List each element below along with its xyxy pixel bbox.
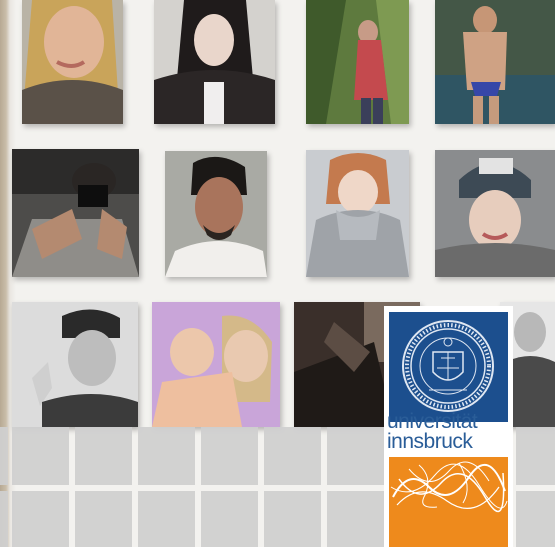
grid-tile [264,491,321,547]
logo-accent-block [389,457,508,547]
grid-tile [0,427,8,485]
grid-tile [12,427,69,485]
logo-text-line2: innsbruck [387,430,473,453]
grid-tile [138,491,195,547]
grid-tile [12,491,69,547]
grid-tile [327,427,384,485]
grid-tile [138,427,195,485]
grid-tile [327,491,384,547]
university-seal-icon [389,312,508,422]
photo-woman-with-child [152,302,280,427]
grid-tile [75,427,132,485]
photo-man-with-camera [12,149,139,277]
grid-tile [201,427,258,485]
photo-woman-dark-hair [154,0,275,124]
grid-tile [264,427,321,485]
grid-tile [0,491,8,547]
grid-tile [75,491,132,547]
photo-woman-in-forest [306,0,409,124]
grid-tile [516,491,555,547]
photo-man-portrait [165,151,267,277]
logo-text-line1: universität [387,410,478,433]
grid-tile [516,427,555,485]
photo-woman-beanie [435,150,555,277]
grid-tile [201,491,258,547]
photo-man-by-pool [435,0,555,124]
photo-woman-grey-hoodie [306,150,409,277]
photo-woman-blonde-hair [22,0,123,124]
university-logo: universität innsbruck [384,306,513,547]
photo-person-bandana [12,302,138,427]
